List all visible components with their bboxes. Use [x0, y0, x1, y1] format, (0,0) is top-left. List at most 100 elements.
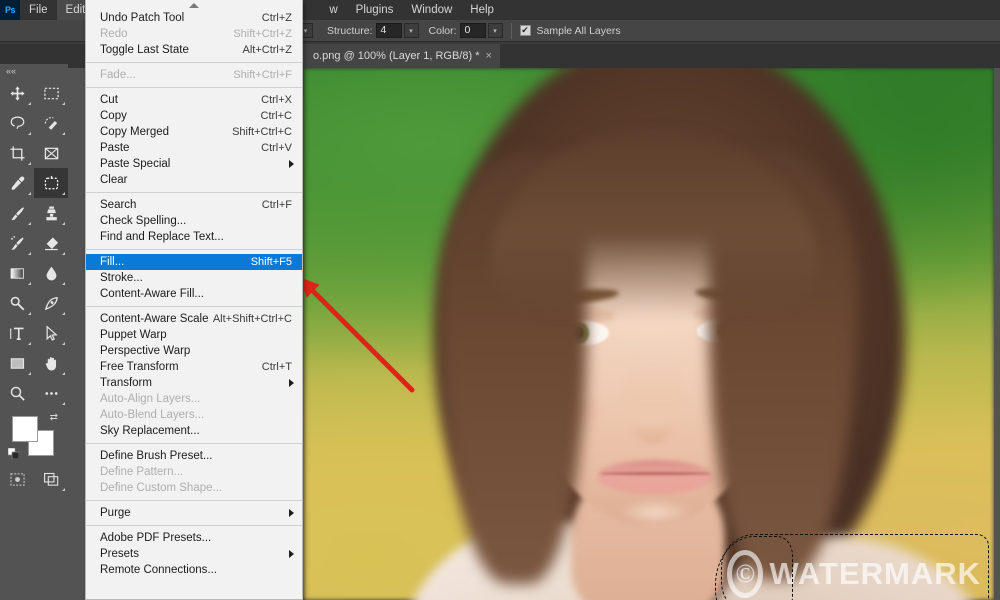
flyout-triangle: [62, 222, 65, 225]
sample-all-layers-checkbox[interactable]: ✔: [519, 25, 531, 36]
lip-line: [599, 472, 711, 475]
tool-zoom[interactable]: [0, 378, 34, 408]
screen-mode-icon[interactable]: [34, 464, 68, 494]
document-canvas[interactable]: © WATERMARK: [303, 68, 994, 600]
collapse-panel-button[interactable]: ««: [0, 64, 68, 78]
color-input[interactable]: 0: [459, 23, 486, 38]
menu-item-label: Fade...: [100, 69, 136, 81]
structure-label: Structure:: [327, 24, 373, 37]
flyout-triangle: [62, 372, 65, 375]
menu-item-stroke[interactable]: Stroke...: [86, 270, 302, 286]
watermark-text: WATERMARK: [769, 556, 981, 591]
edit-menu-dropdown[interactable]: Undo Patch Tool Ctrl+Z Redo Shift+Ctrl+Z Tog…: [85, 0, 303, 600]
menu-item-label: Adobe PDF Presets...: [100, 532, 212, 544]
flyout-triangle: [62, 132, 65, 135]
menu-separator: [86, 62, 302, 63]
foreground-color-swatch[interactable]: [12, 416, 38, 442]
menu-item-find-and-replace-text[interactable]: Find and Replace Text...: [86, 229, 302, 245]
quick-mask-icon[interactable]: [0, 464, 34, 494]
menu-item-puppet-warp[interactable]: Puppet Warp: [86, 327, 302, 343]
tool-object-selection[interactable]: [34, 108, 68, 138]
tool-gradient[interactable]: [0, 258, 34, 288]
tool-rectangular-marquee[interactable]: [34, 78, 68, 108]
menubar-item-view[interactable]: w: [320, 0, 346, 20]
flyout-triangle: [28, 162, 31, 165]
menu-item-define-brush-preset[interactable]: Define Brush Preset...: [86, 448, 302, 464]
tool-shape[interactable]: [0, 348, 34, 378]
flyout-triangle: [28, 342, 31, 345]
default-colors-icon[interactable]: [7, 446, 20, 460]
tool-dodge[interactable]: [0, 288, 34, 318]
photoshop-logo-icon: Ps: [0, 0, 20, 20]
menu-item-perspective-warp[interactable]: Perspective Warp: [86, 343, 302, 359]
swap-colors-icon[interactable]: ⇄: [50, 412, 58, 423]
menu-item-presets[interactable]: Presets: [86, 546, 302, 562]
tool-frame[interactable]: [34, 138, 68, 168]
menu-item-shortcut: Ctrl+V: [261, 142, 292, 154]
menu-separator: [86, 500, 302, 501]
tool-brush[interactable]: [0, 198, 34, 228]
flyout-triangle: [28, 372, 31, 375]
menubar-item-window[interactable]: Window: [402, 0, 461, 20]
menu-item-transform[interactable]: Transform: [86, 375, 302, 391]
menu-item-label: Search: [100, 199, 137, 211]
menu-item-shortcut: Shift+Ctrl+Z: [233, 28, 292, 40]
tool-pen[interactable]: [34, 288, 68, 318]
menu-item-search[interactable]: Search Ctrl+F: [86, 197, 302, 213]
menubar-item-plugins[interactable]: Plugins: [347, 0, 403, 20]
tool-hand[interactable]: [34, 348, 68, 378]
document-tab-title: o.png @ 100% (Layer 1, RGB/8) *: [313, 50, 480, 62]
menu-item-adobe-pdf-presets[interactable]: Adobe PDF Presets...: [86, 530, 302, 546]
menu-item-undo-patch-tool[interactable]: Undo Patch Tool Ctrl+Z: [86, 10, 302, 26]
menu-item-toggle-last-state[interactable]: Toggle Last State Alt+Ctrl+Z: [86, 42, 302, 58]
menu-item-paste[interactable]: Paste Ctrl+V: [86, 140, 302, 156]
menu-item-label: Perspective Warp: [100, 345, 191, 357]
menu-item-label: Check Spelling...: [100, 215, 187, 227]
menu-item-sky-replacement[interactable]: Sky Replacement...: [86, 423, 302, 439]
tool-clone-stamp[interactable]: [34, 198, 68, 228]
menu-item-check-spelling[interactable]: Check Spelling...: [86, 213, 302, 229]
menu-separator: [86, 192, 302, 193]
color-dropdown[interactable]: ▾: [487, 23, 503, 38]
menu-item-purge[interactable]: Purge: [86, 505, 302, 521]
close-icon[interactable]: ×: [485, 50, 491, 62]
menubar-item-help[interactable]: Help: [461, 0, 503, 20]
menu-item-cut[interactable]: Cut Ctrl+X: [86, 92, 302, 108]
menu-item-remote-connections[interactable]: Remote Connections...: [86, 562, 302, 578]
menu-item-fill[interactable]: Fill... Shift+F5: [86, 254, 302, 270]
color-swatches: ⇄: [0, 408, 68, 464]
tool-eyedropper[interactable]: [0, 168, 34, 198]
menu-item-auto-blend-layers: Auto-Blend Layers...: [86, 407, 302, 423]
menu-item-label: Cut: [100, 94, 118, 106]
tool-lasso[interactable]: [0, 108, 34, 138]
tool-path-selection[interactable]: [34, 318, 68, 348]
menubar-item-file[interactable]: File: [20, 0, 57, 20]
tool-move[interactable]: [0, 78, 34, 108]
tool-type[interactable]: [0, 318, 34, 348]
tool-crop[interactable]: [0, 138, 34, 168]
flyout-triangle: [62, 282, 65, 285]
document-tab[interactable]: o.png @ 100% (Layer 1, RGB/8) * ×: [303, 44, 500, 68]
tool-history-brush[interactable]: [0, 228, 34, 258]
menu-item-copy-merged[interactable]: Copy Merged Shift+Ctrl+C: [86, 124, 302, 140]
watermark: © WATERMARK: [727, 544, 981, 600]
menu-item-copy[interactable]: Copy Ctrl+C: [86, 108, 302, 124]
tool-blur[interactable]: [34, 258, 68, 288]
tool-patch[interactable]: [34, 168, 68, 198]
tool-edit-toolbar[interactable]: [34, 378, 68, 408]
chevron-up-icon: [189, 2, 199, 8]
structure-input[interactable]: 4: [375, 23, 402, 38]
menu-item-paste-special[interactable]: Paste Special: [86, 156, 302, 172]
structure-dropdown[interactable]: ▾: [403, 23, 419, 38]
menu-item-label: Stroke...: [100, 272, 143, 284]
menu-item-shortcut: Alt+Shift+Ctrl+C: [212, 313, 292, 325]
menu-item-content-aware-fill[interactable]: Content-Aware Fill...: [86, 286, 302, 302]
menu-item-define-custom-shape: Define Custom Shape...: [86, 480, 302, 496]
tools-panel: «« ⇄: [0, 64, 68, 600]
tool-eraser[interactable]: [34, 228, 68, 258]
menu-item-clear[interactable]: Clear: [86, 172, 302, 188]
menu-item-label: Define Pattern...: [100, 466, 184, 478]
menu-item-content-aware-scale[interactable]: Content-Aware Scale Alt+Shift+Ctrl+C: [86, 311, 302, 327]
menu-item-free-transform[interactable]: Free Transform Ctrl+T: [86, 359, 302, 375]
menu-scroll-up-button[interactable]: [86, 0, 302, 10]
